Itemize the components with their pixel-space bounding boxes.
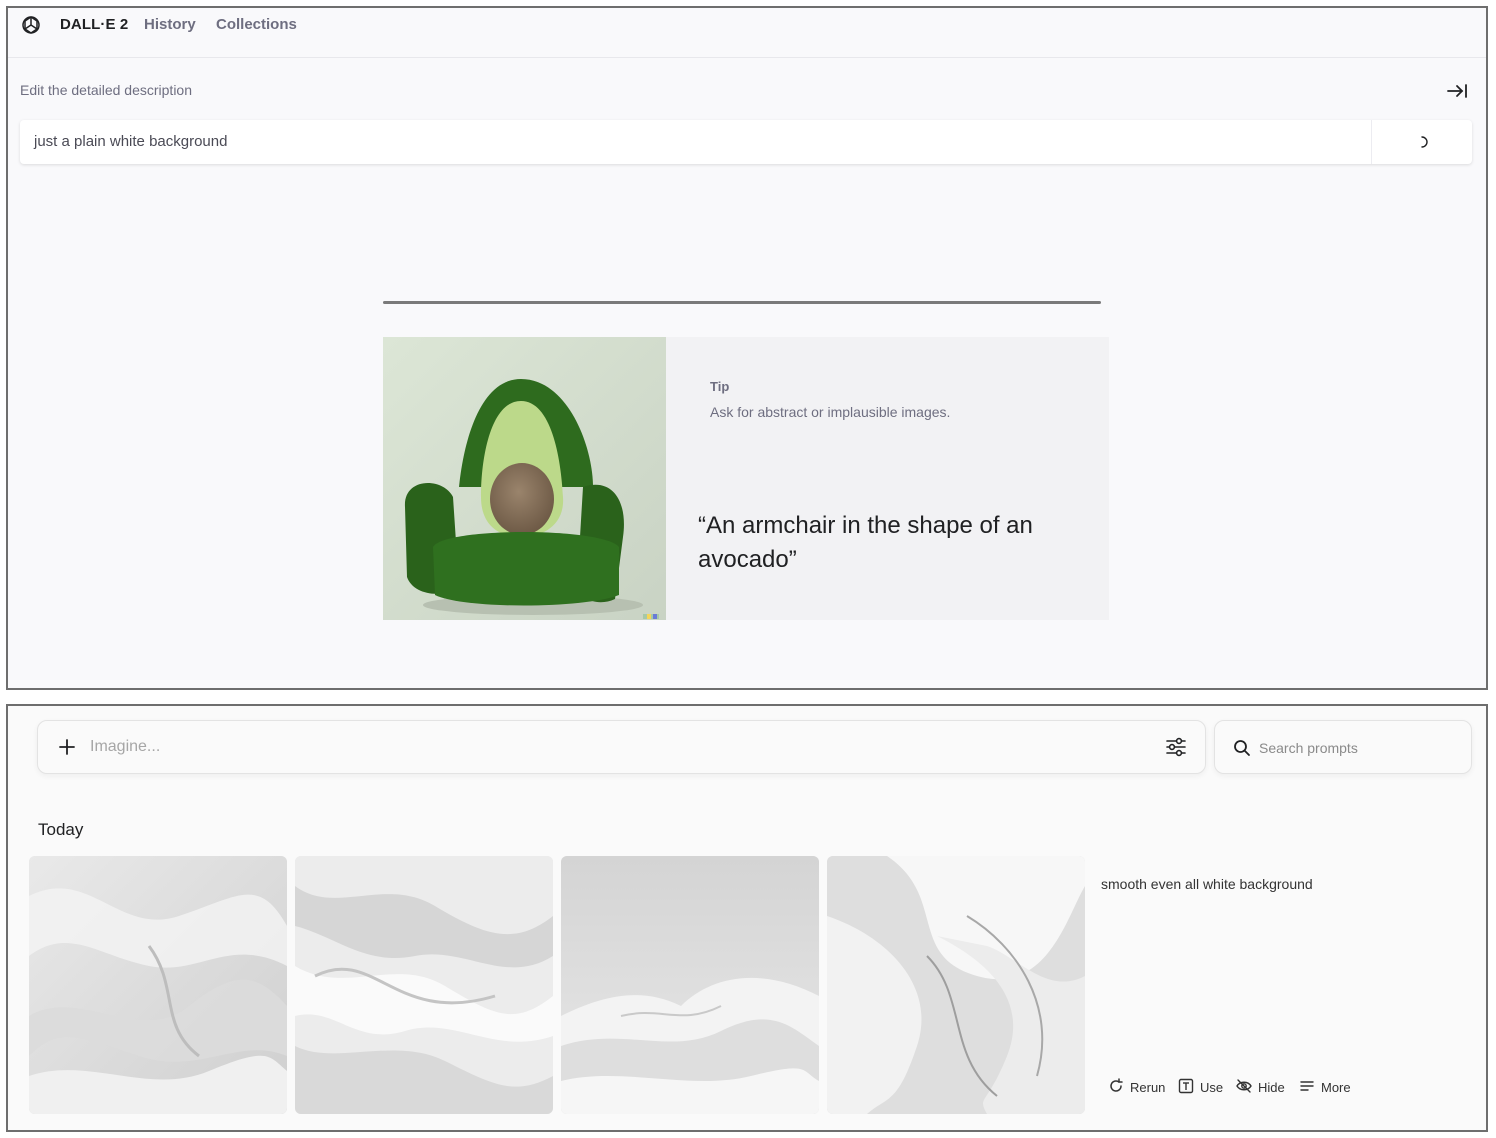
hide-label: Hide xyxy=(1258,1080,1285,1095)
top-navigation: DALL·E 2 History Collections xyxy=(8,8,1486,58)
use-label: Use xyxy=(1200,1080,1224,1095)
brand-name[interactable]: DALL·E 2 xyxy=(60,16,128,33)
avocado-armchair-image xyxy=(383,337,666,620)
rerun-icon xyxy=(1108,1078,1124,1097)
search-icon xyxy=(1233,739,1251,757)
plus-icon[interactable] xyxy=(58,738,76,756)
rerun-button[interactable]: Rerun xyxy=(1108,1078,1165,1097)
dalle-window: DALL·E 2 History Collections Edit the de… xyxy=(6,6,1488,690)
job-prompt-text[interactable]: smooth even all white background xyxy=(1101,876,1313,892)
openai-logo-icon[interactable] xyxy=(20,14,42,36)
use-text-icon xyxy=(1178,1078,1194,1097)
result-thumbnail-2[interactable] xyxy=(295,856,553,1114)
settings-sliders-icon[interactable] xyxy=(1165,736,1187,758)
prompt-divider xyxy=(1371,120,1372,164)
section-heading-today: Today xyxy=(38,820,84,839)
tip-card: Tip Ask for abstract or implausible imag… xyxy=(383,337,1109,620)
more-lines-icon xyxy=(1299,1078,1315,1097)
result-thumbnail-3[interactable] xyxy=(561,856,819,1114)
rerun-label: Rerun xyxy=(1130,1080,1166,1095)
tip-label: Tip xyxy=(710,379,730,394)
prompt-text[interactable]: just a plain white background xyxy=(34,133,227,150)
imagine-window: Today xyxy=(6,704,1488,1132)
more-button[interactable]: More xyxy=(1299,1078,1351,1097)
nav-history-link[interactable]: History xyxy=(144,16,196,33)
generation-progress-bar xyxy=(383,301,1101,304)
more-label: More xyxy=(1321,1080,1351,1095)
collapse-right-icon[interactable] xyxy=(1446,82,1468,100)
tip-text: Ask for abstract or implausible images. xyxy=(710,404,951,420)
nav-collections-link[interactable]: Collections xyxy=(216,16,297,33)
search-bar[interactable] xyxy=(1214,720,1472,774)
search-prompts-input[interactable] xyxy=(1259,736,1459,760)
tip-quote: “An armchair in the shape of an avocado” xyxy=(698,512,1033,573)
hide-button[interactable]: Hide xyxy=(1236,1078,1285,1097)
description-label: Edit the detailed description xyxy=(20,82,192,98)
prompt-field[interactable]: just a plain white background xyxy=(20,120,1472,164)
imagine-input[interactable] xyxy=(90,735,1090,759)
result-thumbnail-1[interactable] xyxy=(29,856,287,1114)
hide-eye-icon xyxy=(1236,1078,1252,1097)
loading-spinner-icon xyxy=(1416,134,1430,150)
result-thumbnail-4[interactable] xyxy=(827,856,1085,1114)
imagine-bar[interactable] xyxy=(37,720,1206,774)
use-button[interactable]: Use xyxy=(1178,1078,1223,1097)
